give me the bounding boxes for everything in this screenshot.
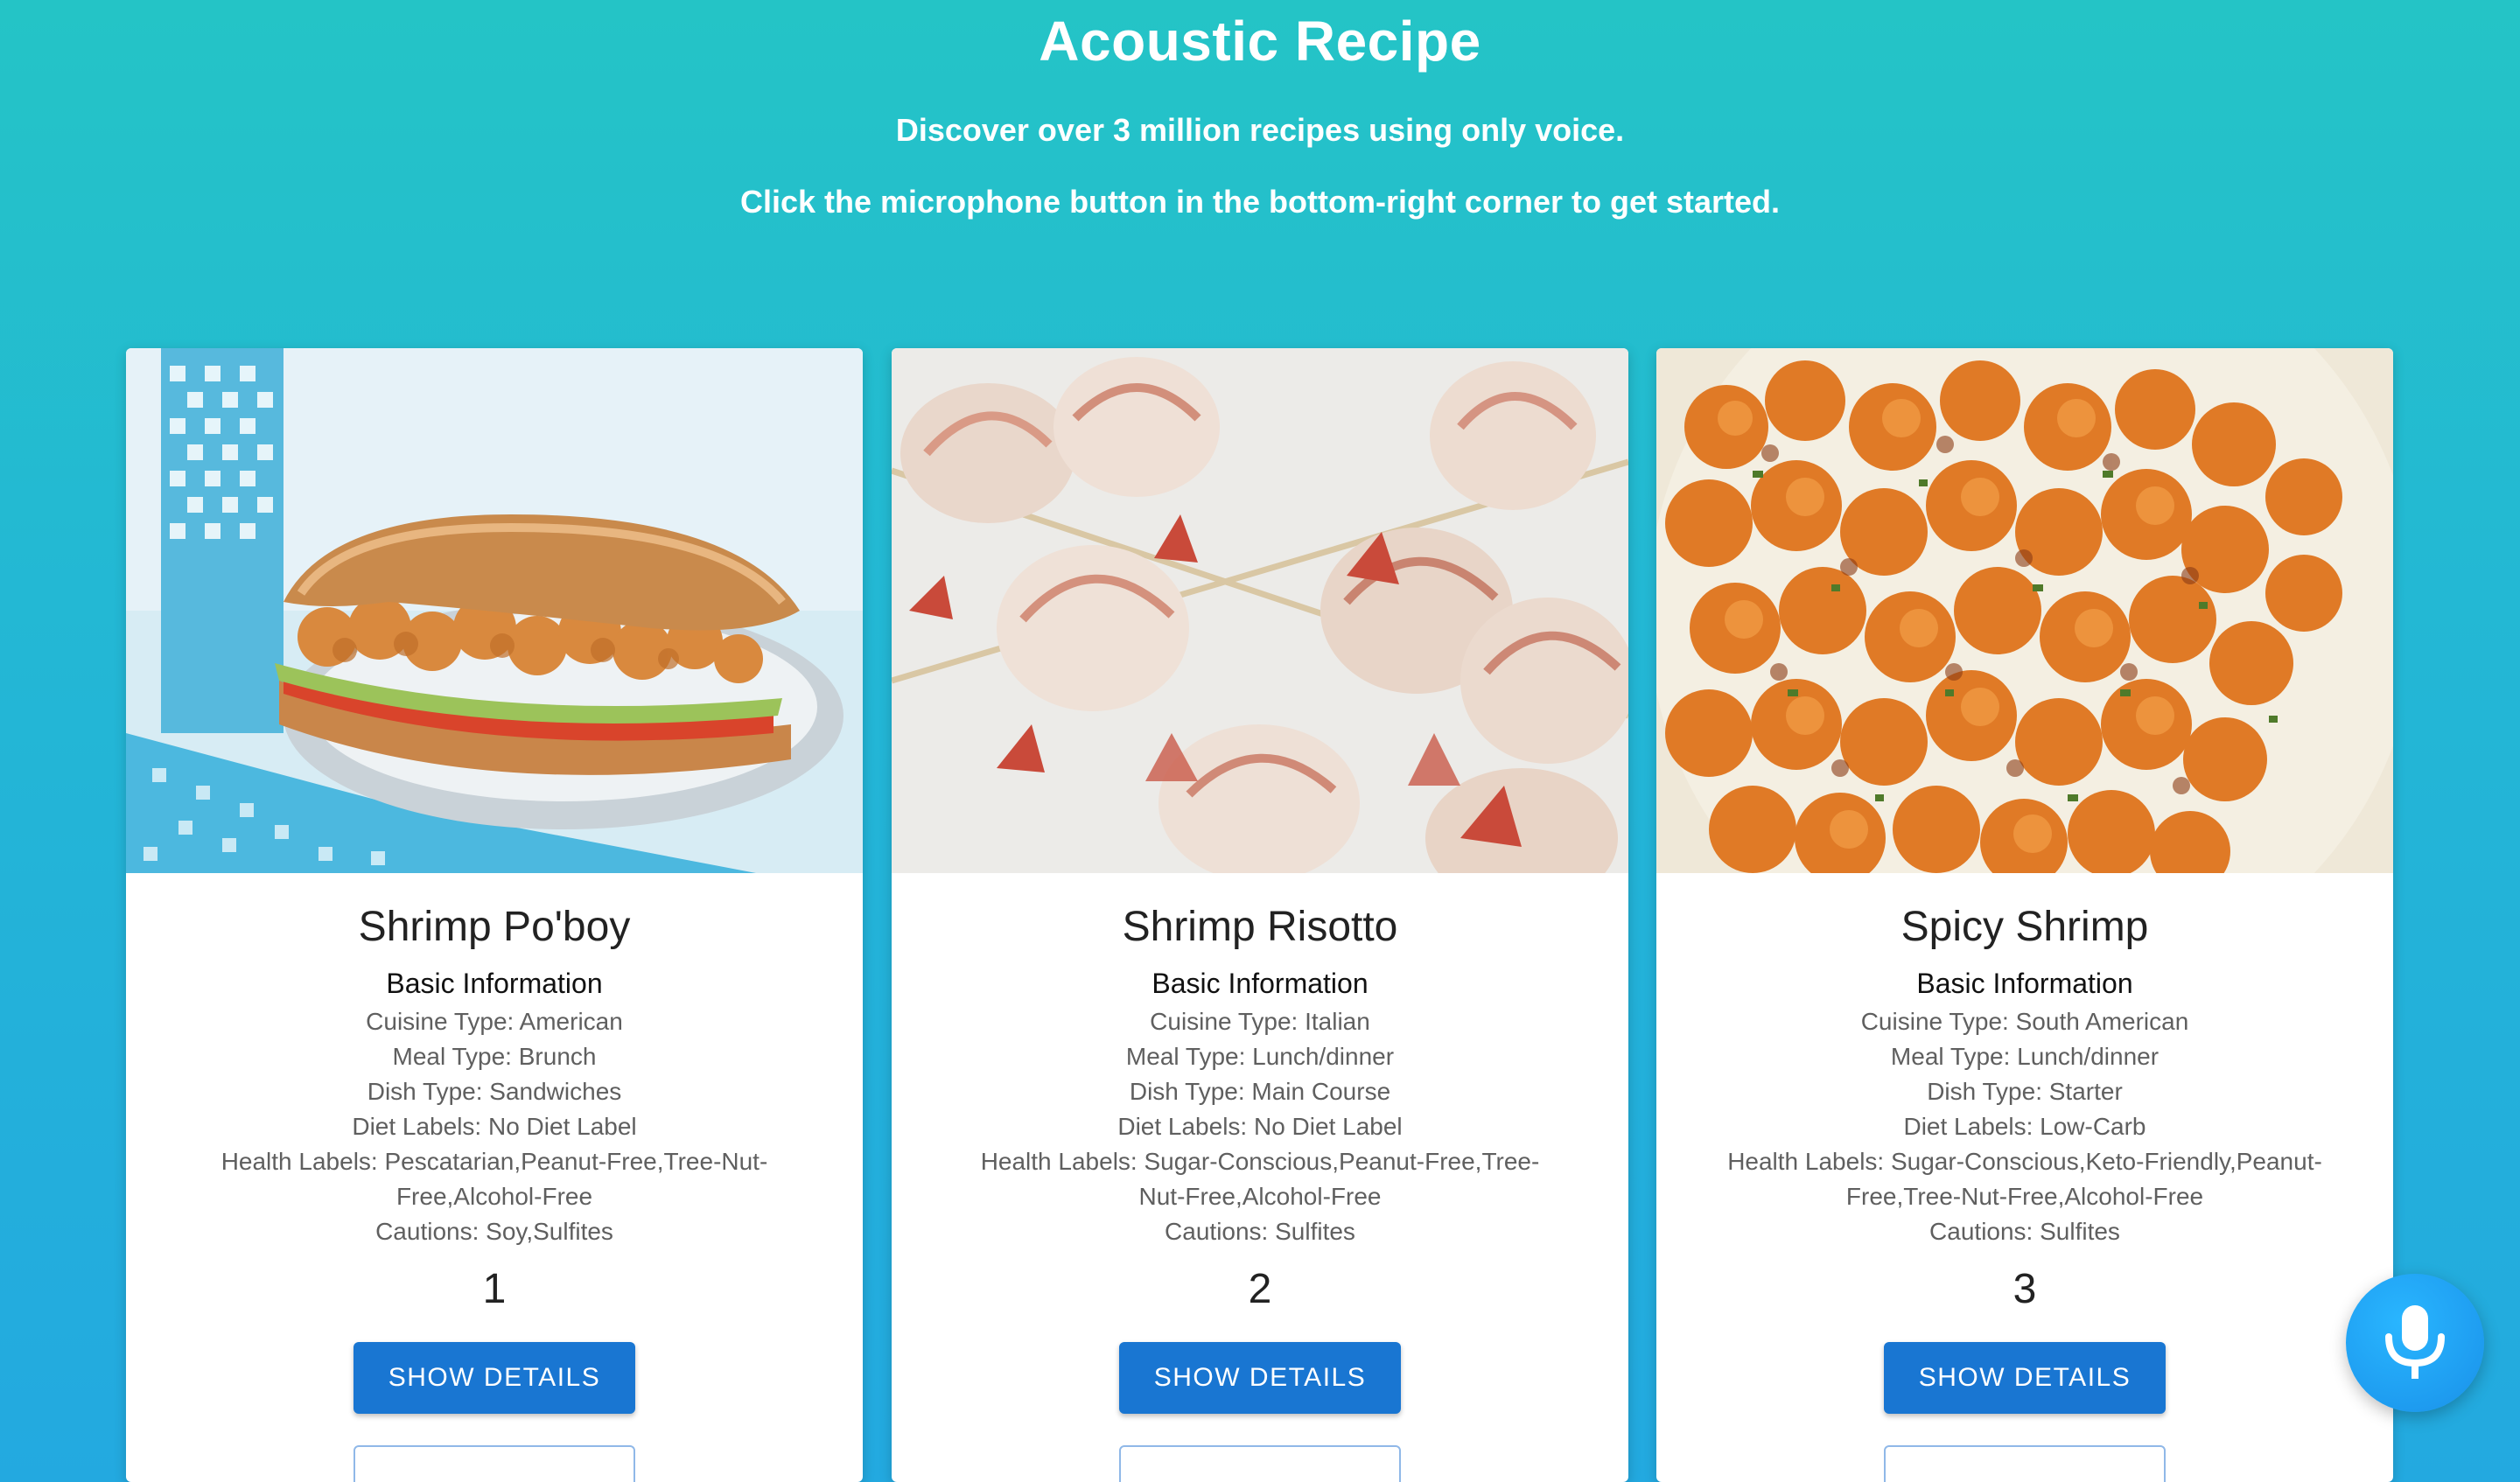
microphone-icon [2385, 1305, 2445, 1379]
recipe-card: Shrimp Risotto Basic Information Cuisine… [892, 348, 1628, 1482]
recipe-card-body: Spicy Shrimp Basic Information Cuisine T… [1656, 873, 2393, 1482]
health-labels: Health Labels: Sugar-Conscious,Keto-Frie… [1727, 1148, 2322, 1210]
subtitle-discover: Discover over 3 million recipes using on… [895, 112, 1625, 148]
dish-type: Dish Type: Sandwiches [367, 1078, 622, 1105]
secondary-action-button[interactable] [354, 1445, 635, 1482]
recipe-image [1656, 348, 2393, 873]
recipe-number: 2 [1248, 1266, 1272, 1312]
cuisine-type: Cuisine Type: South American [1860, 1008, 2189, 1035]
meal-type: Meal Type: Lunch/dinner [1890, 1043, 2160, 1070]
recipe-number: 1 [482, 1266, 507, 1312]
health-labels: Health Labels: Sugar-Conscious,Peanut-Fr… [980, 1148, 1540, 1210]
secondary-action-button[interactable] [1884, 1445, 2166, 1482]
dish-type: Dish Type: Starter [1927, 1078, 2123, 1105]
app-title: Acoustic Recipe [1039, 10, 1481, 73]
health-labels: Health Labels: Pescatarian,Peanut-Free,T… [220, 1148, 768, 1210]
basic-information-heading: Basic Information [386, 968, 603, 999]
diet-labels: Diet Labels: No Diet Label [352, 1113, 637, 1140]
recipe-title: Spicy Shrimp [1900, 904, 2149, 950]
recipe-number: 3 [2012, 1266, 2037, 1312]
recipe-image [892, 348, 1628, 873]
basic-information-heading: Basic Information [1152, 968, 1368, 999]
recipe-title: Shrimp Po'boy [358, 904, 631, 950]
show-details-button[interactable]: SHOW DETAILS [1884, 1342, 2166, 1414]
recipe-card: Shrimp Po'boy Basic Information Cuisine … [126, 348, 863, 1482]
microphone-button[interactable] [2346, 1274, 2484, 1412]
meal-type: Meal Type: Brunch [392, 1043, 597, 1070]
cautions: Cautions: Sulfites [1929, 1218, 2120, 1245]
meal-type: Meal Type: Lunch/dinner [1125, 1043, 1395, 1070]
recipe-card: Spicy Shrimp Basic Information Cuisine T… [1656, 348, 2393, 1482]
dish-type: Dish Type: Main Course [1129, 1078, 1391, 1105]
show-details-button[interactable]: SHOW DETAILS [354, 1342, 635, 1414]
recipe-card-grid: Shrimp Po'boy Basic Information Cuisine … [126, 348, 2394, 1482]
subtitle-instructions: Click the microphone button in the botto… [740, 184, 1780, 220]
secondary-action-button[interactable] [1119, 1445, 1401, 1482]
basic-information-heading: Basic Information [1916, 968, 2133, 999]
diet-labels: Diet Labels: Low-Carb [1903, 1113, 2146, 1140]
recipe-card-body: Shrimp Risotto Basic Information Cuisine… [892, 873, 1628, 1482]
recipe-card-body: Shrimp Po'boy Basic Information Cuisine … [126, 873, 863, 1482]
cautions: Cautions: Soy,Sulfites [375, 1218, 613, 1245]
recipe-image [126, 348, 863, 873]
cuisine-type: Cuisine Type: Italian [1150, 1008, 1370, 1035]
diet-labels: Diet Labels: No Diet Label [1117, 1113, 1403, 1140]
cuisine-type: Cuisine Type: American [366, 1008, 623, 1035]
show-details-button[interactable]: SHOW DETAILS [1119, 1342, 1401, 1414]
cautions: Cautions: Sulfites [1165, 1218, 1355, 1245]
recipe-title: Shrimp Risotto [1122, 904, 1398, 950]
